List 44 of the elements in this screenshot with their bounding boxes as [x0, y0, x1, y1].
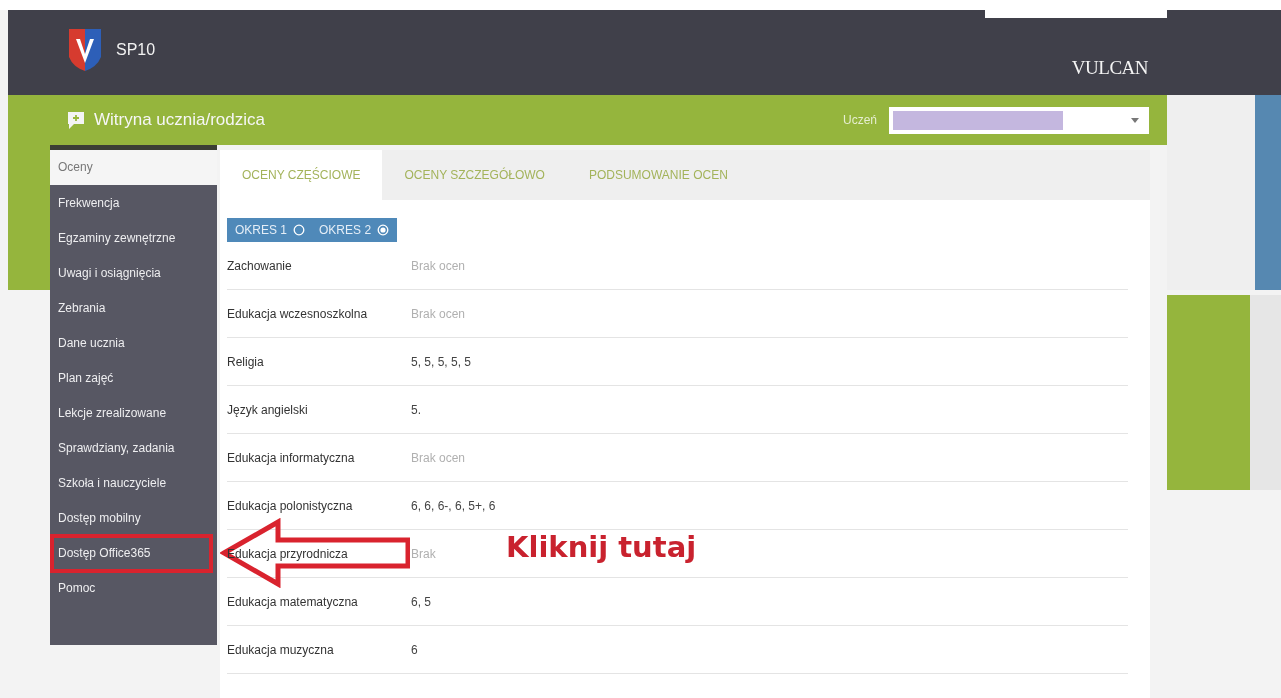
- grades-text: 5.: [411, 402, 421, 417]
- sidebar-item[interactable]: Uwagi i osiągnięcia: [50, 256, 217, 291]
- sidebar-item[interactable]: Pomoc: [50, 571, 217, 606]
- grades-text: 6, 5: [411, 594, 431, 609]
- arrow-annotation-icon: [220, 518, 410, 588]
- chat-plus-icon: [66, 110, 86, 130]
- subject-name: Zachowanie: [227, 258, 293, 273]
- grades-text: Brak ocen: [411, 306, 466, 321]
- period-label: OKRES 1: [235, 223, 288, 237]
- subject-name: Język angielski: [227, 402, 309, 417]
- grades-text: 6: [411, 642, 418, 657]
- grades-text: Brak ocen: [411, 258, 466, 273]
- portal-title: Witryna ucznia/rodzica: [94, 110, 265, 130]
- sidebar-item[interactable]: Zebrania: [50, 291, 217, 326]
- period-label: OKRES 2: [319, 223, 372, 237]
- sidebar-item[interactable]: Sprawdziany, zadania: [50, 431, 217, 466]
- subject-name: Edukacja informatyczna: [227, 450, 356, 465]
- grades-text: 5, 5, 5, 5, 5: [411, 354, 472, 369]
- student-select[interactable]: [889, 106, 1149, 134]
- school-name: SP10: [116, 40, 156, 59]
- sidebar-item[interactable]: Dostęp Office365: [52, 536, 211, 571]
- subject-name: Edukacja matematyczna: [227, 594, 359, 609]
- subject-name: Edukacja wczesnoszkolna: [227, 306, 369, 321]
- sidebar-item[interactable]: Oceny: [50, 150, 217, 185]
- radio-button[interactable]: [377, 224, 390, 236]
- caret-icon: [1131, 117, 1139, 123]
- subject-name: Edukacja muzyczna: [227, 642, 335, 657]
- sidebar-item[interactable]: Plan zajęć: [50, 361, 217, 396]
- grades-text: Brak: [411, 546, 436, 561]
- annotation-text: Kliknij tutaj: [506, 530, 697, 564]
- sidebar-item[interactable]: Egzaminy zewnętrzne: [50, 221, 217, 256]
- sidebar-item[interactable]: Dane ucznia: [50, 326, 217, 361]
- sidebar-item[interactable]: Frekwencja: [50, 186, 217, 221]
- shield-logo-icon: [67, 26, 103, 73]
- subject-name: Religia: [227, 354, 265, 369]
- grades-text: Brak ocen: [411, 450, 466, 465]
- student-label: Uczeń: [843, 113, 877, 127]
- grades-text: 6, 6, 6-, 6, 5+, 6: [411, 498, 496, 513]
- brand-logo: VULCAN: [1071, 56, 1148, 79]
- sidebar-item[interactable]: Szkoła i nauczyciele: [50, 466, 217, 501]
- subject-name: Edukacja polonistyczna: [227, 498, 354, 513]
- sidebar-item[interactable]: Lekcje zrealizowane: [50, 396, 217, 431]
- radio-button[interactable]: [293, 224, 306, 236]
- sidebar-item[interactable]: Dostęp mobilny: [50, 501, 217, 536]
